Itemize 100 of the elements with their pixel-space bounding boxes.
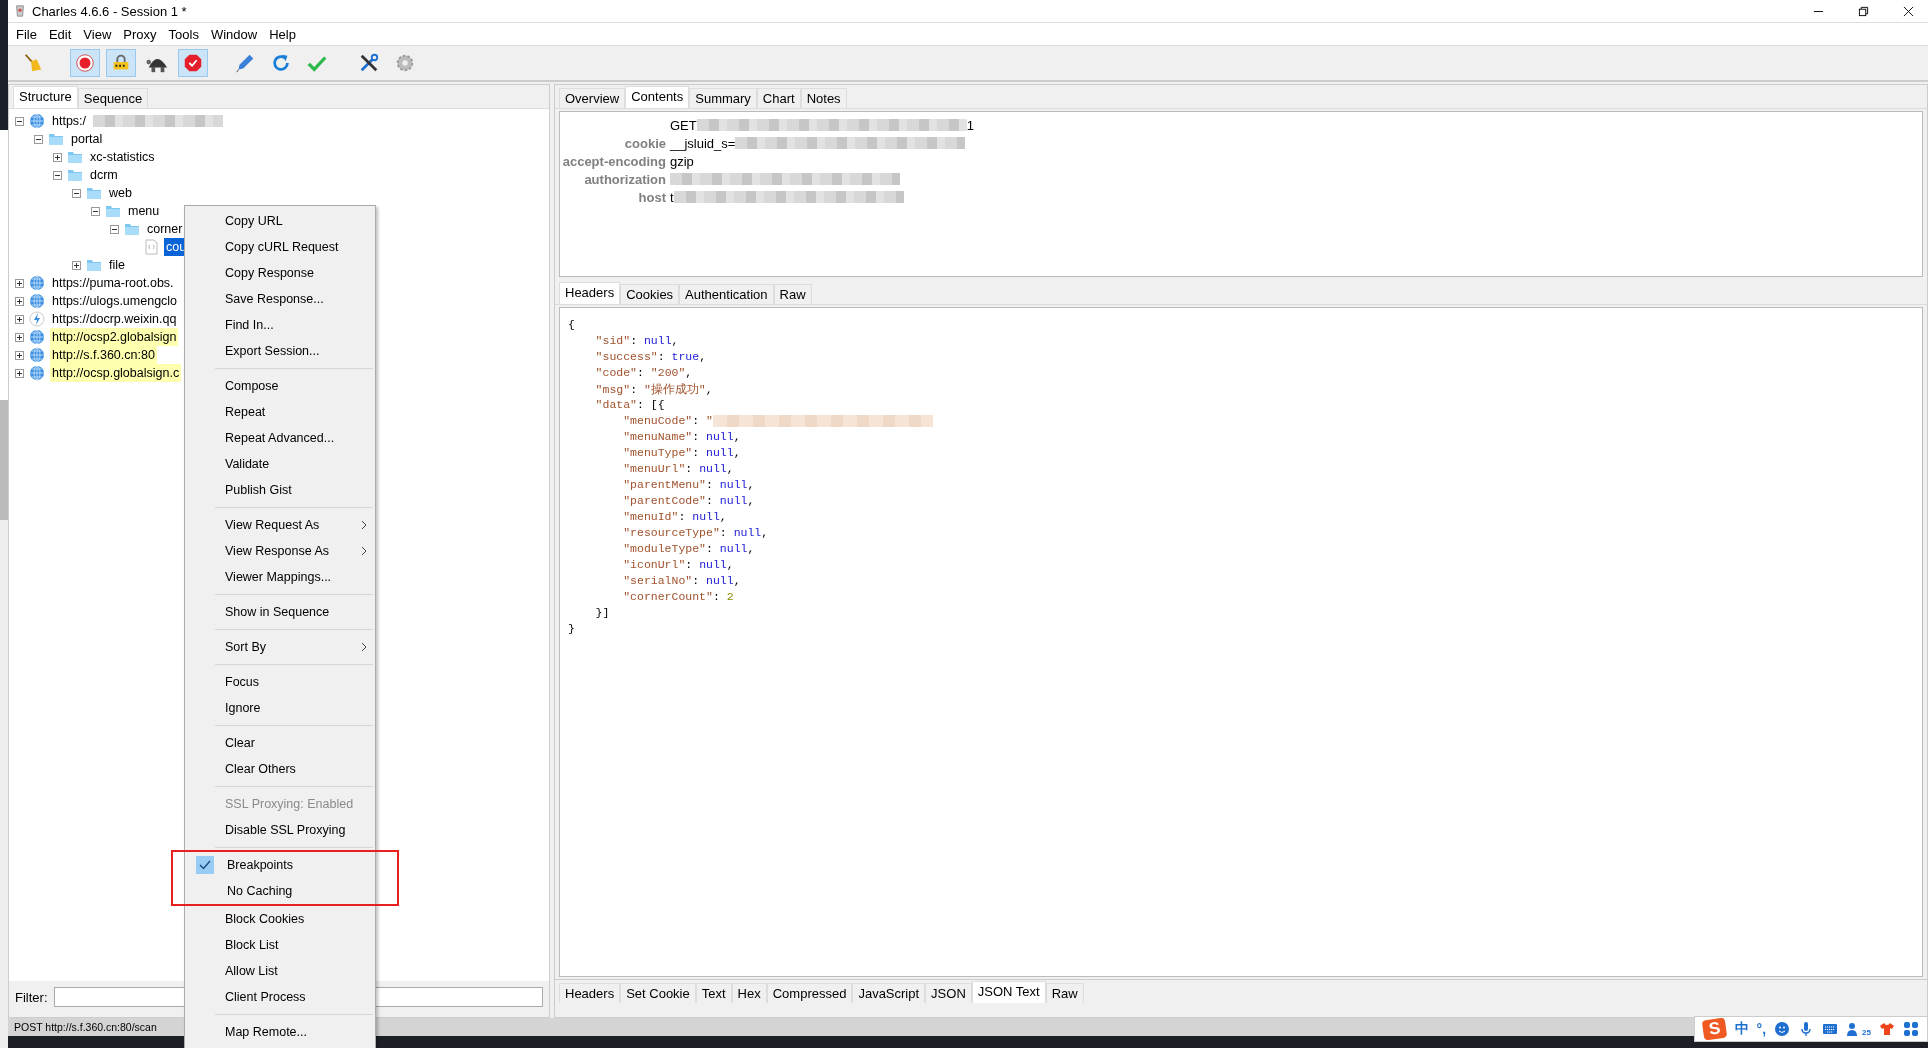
close-icon[interactable] [1903,5,1914,17]
context-option[interactable]: Publish Gist [185,477,375,503]
expander-icon[interactable] [15,278,24,288]
tab[interactable]: Raw [773,284,812,304]
context-option[interactable]: Block List [185,932,375,958]
tab[interactable]: Authentication [679,284,774,304]
context-option[interactable]: Repeat [185,399,375,425]
context-option[interactable]: Breakpoints [187,852,373,878]
tab[interactable]: Structure [13,86,78,108]
context-option[interactable]: Export Session... [185,338,375,364]
throttle-button[interactable] [106,49,136,77]
tab[interactable]: Overview [559,88,626,108]
tree-item[interactable]: http://s.f.360.cn:80 [50,346,157,364]
menu-bar-entry[interactable]: Window [210,26,258,42]
tab[interactable]: Sequence [77,88,149,108]
context-option[interactable]: Clear Others [185,756,375,782]
expander-icon[interactable] [15,296,24,306]
emoji-icon[interactable] [1774,1021,1791,1037]
tree-item[interactable]: corner [145,220,185,238]
punctuation-toggle[interactable]: °, [1756,1021,1767,1037]
context-option[interactable]: No Caching [187,878,373,904]
tree-item[interactable]: http://ocsp2.globalsign [50,328,179,346]
tab[interactable]: Notes [800,88,847,108]
tab[interactable]: Raw [1045,983,1084,1003]
app-icon [14,4,26,18]
context-option[interactable]: Copy URL [185,208,375,234]
menu-bar-entry[interactable]: View [83,26,112,42]
tree-item[interactable]: xc-statistics [88,148,157,166]
context-option[interactable]: Validate [185,451,375,477]
tree-item[interactable]: web [107,184,134,202]
context-option[interactable]: Viewer Mappings... [185,564,375,590]
context-option[interactable]: Map Remote... [185,1019,375,1045]
context-option[interactable]: Disable SSL Proxying [185,817,375,843]
menu-bar-entry[interactable]: Help [269,26,296,42]
context-option[interactable]: Focus [185,669,375,695]
context-option[interactable]: Find In... [185,312,375,338]
restore-icon[interactable] [1858,5,1869,17]
tree-item[interactable]: portal [69,130,105,148]
context-option[interactable]: Client Process [185,984,375,1010]
broom-icon [22,52,44,74]
context-option[interactable]: View Request As [185,512,375,538]
context-option[interactable]: Allow List [185,958,375,984]
context-option[interactable]: Sort By [185,634,375,660]
tab[interactable]: Chart [756,88,801,108]
grid-icon[interactable] [1903,1021,1919,1037]
tab[interactable]: Contents [625,86,690,108]
tab[interactable]: Cookies [620,284,680,304]
record-icon [74,52,96,74]
context-option[interactable]: Block Cookies [185,906,375,932]
tree-item[interactable]: file [107,256,127,274]
tools-icon [358,52,380,74]
context-option[interactable]: Repeat Advanced... [185,425,375,451]
code-line: { [568,318,576,333]
expander-icon[interactable] [15,350,24,360]
tree-item[interactable]: https://ulogs.umengclo [50,292,180,310]
expander-icon[interactable] [72,188,81,198]
tab[interactable]: Headers [559,282,621,304]
tab[interactable]: Headers [559,983,621,1003]
tree-item[interactable]: https://docrp.weixin.qq [50,310,179,328]
tab[interactable]: Text [695,983,732,1003]
context-option[interactable]: Clear [185,730,375,756]
tab[interactable]: Set Cookie [620,983,696,1003]
record-button[interactable] [70,49,100,77]
menu-bar-entry[interactable]: Edit [48,26,72,42]
tree-item[interactable]: https://puma-root.obs. [50,274,176,292]
tree-item[interactable]: https:/ [50,112,89,130]
keyboard-icon[interactable] [1822,1021,1839,1037]
shirt-icon[interactable] [1879,1021,1895,1037]
header-name: accept-encoding [562,153,666,169]
context-option[interactable]: Ignore [185,695,375,721]
tree-item[interactable]: http://ocsp.globalsign.c [50,364,182,382]
context-option[interactable]: View Response As [185,538,375,564]
menu-bar-entry[interactable]: Proxy [123,26,157,42]
expander-icon[interactable] [15,314,24,324]
expander-icon[interactable] [15,116,24,126]
tab[interactable]: JSON [925,983,972,1003]
expander-icon[interactable] [110,224,119,234]
tab[interactable]: JavaScript [852,983,926,1003]
expander-icon[interactable] [53,170,62,180]
tab[interactable]: Summary [689,88,757,108]
expander-icon[interactable] [72,260,81,270]
menu-bar-entry[interactable]: File [16,26,37,42]
expander-icon[interactable] [15,332,24,342]
expander-icon[interactable] [53,152,62,162]
context-option[interactable]: Copy Response [185,260,375,286]
context-option[interactable]: Compose [185,373,375,399]
expander-icon[interactable] [91,206,100,216]
tab[interactable]: Hex [731,983,767,1003]
menu-bar-entry[interactable]: Tools [168,26,199,42]
context-option[interactable]: Save Response... [185,286,375,312]
expander-icon[interactable] [34,134,43,144]
context-option[interactable]: Show in Sequence [185,599,375,625]
globe-icon [29,275,45,291]
input-mode-toggle[interactable]: 中 [1734,1020,1749,1038]
tree-item[interactable]: dcrm [88,166,120,184]
tab[interactable]: Compressed [766,983,853,1003]
expander-icon[interactable] [15,368,24,378]
tree-item[interactable]: menu [126,202,162,220]
stop-button[interactable] [178,49,208,77]
tab[interactable]: JSON Text [971,981,1046,1003]
